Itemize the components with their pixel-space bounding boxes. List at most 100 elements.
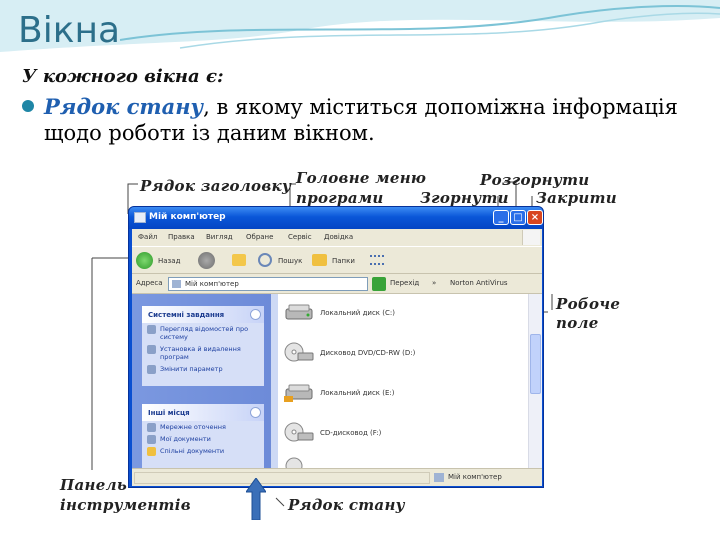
- other-places-header[interactable]: Інші місця: [142, 404, 264, 421]
- annotation-work-area-line1: Робоче: [556, 295, 621, 313]
- menu-edit[interactable]: Правка: [168, 233, 195, 241]
- annotation-close: Закрити: [536, 189, 617, 207]
- system-info-icon: [147, 325, 156, 334]
- close-button[interactable]: ×: [527, 210, 543, 225]
- place-item-label: Спільні документи: [160, 447, 225, 455]
- drive-label: Дисковод DVD/CD-RW (D:): [320, 349, 416, 357]
- go-label[interactable]: Перехід: [390, 279, 419, 287]
- annotation-maximize: Розгорнути: [480, 171, 590, 189]
- windows-logo-icon: [522, 230, 540, 245]
- add-remove-programs-icon: [147, 345, 156, 354]
- drive-label: CD-дисковод (F:): [320, 429, 382, 437]
- menu-help[interactable]: Довідка: [324, 233, 353, 241]
- annotation-main-menu-line2: програми: [296, 189, 384, 207]
- back-label: Назад: [158, 257, 181, 265]
- bullet-dot-icon: [22, 100, 34, 112]
- annotation-toolbar-line2: інструментів: [60, 496, 191, 514]
- task-item[interactable]: Установка й видалення програм: [142, 343, 264, 363]
- maximize-button[interactable]: □: [510, 210, 526, 225]
- views-icon: [370, 255, 384, 265]
- tasks-pane: Системні завдання Перегляд відомостей пр…: [132, 294, 278, 468]
- views-button[interactable]: [368, 252, 390, 270]
- hard-drive-icon: [284, 384, 313, 402]
- task-item-label: Змінити параметр: [160, 365, 223, 373]
- system-tasks-title: Системні завдання: [148, 311, 225, 319]
- search-button[interactable]: Пошук: [258, 252, 306, 270]
- forward-button[interactable]: [198, 252, 222, 270]
- work-area: Локальний диск (C:) Дисковод DVD/CD-RW (…: [278, 294, 528, 474]
- network-icon: [147, 423, 156, 432]
- window-title: Мій комп'ютер: [149, 212, 226, 222]
- up-folder-button[interactable]: [230, 252, 250, 270]
- back-arrow-icon: [136, 252, 153, 269]
- forward-arrow-icon: [198, 252, 215, 269]
- folder-up-icon: [232, 254, 246, 266]
- bullet-term: Рядок стану: [44, 94, 204, 119]
- task-item-label: Установка й видалення програм: [160, 345, 241, 361]
- task-item-label: Перегляд відомостей про систему: [160, 325, 249, 341]
- work-area-scrollbar[interactable]: [528, 294, 542, 468]
- annotation-status-bar: Рядок стану: [288, 496, 405, 514]
- other-places-title: Інші місця: [148, 409, 190, 417]
- drive-item[interactable]: Локальний диск (E:): [284, 380, 524, 404]
- shared-folder-icon: [147, 447, 156, 456]
- address-bar: Адреса Мій комп'ютер Перехід » Norton An…: [132, 274, 542, 294]
- scrollbar-thumb[interactable]: [530, 334, 541, 394]
- go-arrow-icon[interactable]: [372, 277, 386, 291]
- slide-title: Вікна: [18, 10, 121, 51]
- status-segment: [134, 472, 430, 484]
- menu-view[interactable]: Вигляд: [206, 233, 233, 241]
- links-chevron-icon[interactable]: »: [432, 279, 436, 287]
- cd-drive-icon: [284, 422, 314, 442]
- annotation-title-bar: Рядок заголовку: [140, 177, 292, 195]
- search-icon: [258, 253, 272, 267]
- drive-label: Локальний диск (E:): [320, 389, 395, 397]
- minimize-button[interactable]: _: [493, 210, 509, 225]
- annotation-main-menu-line1: Головне меню: [296, 169, 427, 187]
- annotation-toolbar-line1: Панель: [60, 476, 128, 494]
- collapse-chevron-icon[interactable]: [250, 309, 261, 320]
- annotation-work-area-line2: поле: [556, 314, 599, 332]
- menu-file[interactable]: Файл: [138, 233, 157, 241]
- hard-drive-icon: [285, 304, 313, 320]
- drive-item[interactable]: Дисковод DVD/CD-RW (D:): [284, 340, 524, 364]
- folders-icon: [312, 254, 327, 266]
- computer-small-icon: [172, 280, 181, 288]
- menu-tools[interactable]: Сервіс: [288, 233, 312, 241]
- computer-status-icon: [434, 473, 444, 482]
- address-value: Мій комп'ютер: [185, 280, 239, 288]
- norton-antivirus-link[interactable]: Norton AntiVirus: [450, 279, 508, 287]
- main-menu-bar: Файл Правка Вигляд Обране Сервіс Довідка: [132, 229, 542, 246]
- drive-item[interactable]: Локальний диск (C:): [284, 300, 524, 324]
- task-item[interactable]: Перегляд відомостей про систему: [142, 323, 264, 343]
- toolbar: Назад Пошук Папки: [132, 246, 542, 274]
- folders-label: Папки: [332, 257, 355, 265]
- window-title-bar[interactable]: Мій комп'ютер _ □ ×: [129, 207, 543, 229]
- address-input[interactable]: Мій комп'ютер: [168, 277, 368, 291]
- bullet-text: Рядок стану, в якому міститься допоміжна…: [44, 94, 714, 146]
- status-text: Мій комп'ютер: [448, 473, 502, 481]
- drive-item[interactable]: CD-дисковод (F:): [284, 420, 524, 444]
- collapse-chevron-icon[interactable]: [250, 407, 261, 418]
- my-computer-window: Мій комп'ютер _ □ × Файл Правка Вигляд О…: [128, 206, 544, 488]
- tasks-pane-scrollbar[interactable]: [271, 294, 278, 468]
- system-tasks-panel: Системні завдання Перегляд відомостей пр…: [142, 306, 264, 386]
- status-bar: Мій комп'ютер: [132, 468, 542, 486]
- place-item-label: Мережне оточення: [160, 423, 226, 431]
- pointer-arrow-icon: [246, 478, 266, 520]
- control-panel-icon: [147, 365, 156, 374]
- system-tasks-header[interactable]: Системні завдання: [142, 306, 264, 323]
- computer-icon: [134, 212, 146, 223]
- folders-button[interactable]: Папки: [312, 252, 360, 270]
- menu-favorites[interactable]: Обране: [246, 233, 273, 241]
- back-button[interactable]: Назад: [136, 252, 186, 270]
- place-item-label: Мої документи: [160, 435, 211, 443]
- task-item[interactable]: Змінити параметр: [142, 363, 264, 375]
- place-item[interactable]: Мої документи: [142, 433, 264, 445]
- address-label: Адреса: [136, 279, 163, 287]
- search-label: Пошук: [278, 257, 303, 265]
- place-item[interactable]: Мережне оточення: [142, 421, 264, 433]
- slide-subtitle: У кожного вікна є:: [22, 66, 224, 87]
- place-item[interactable]: Спільні документи: [142, 445, 264, 457]
- annotation-minimize: Згорнути: [420, 189, 509, 207]
